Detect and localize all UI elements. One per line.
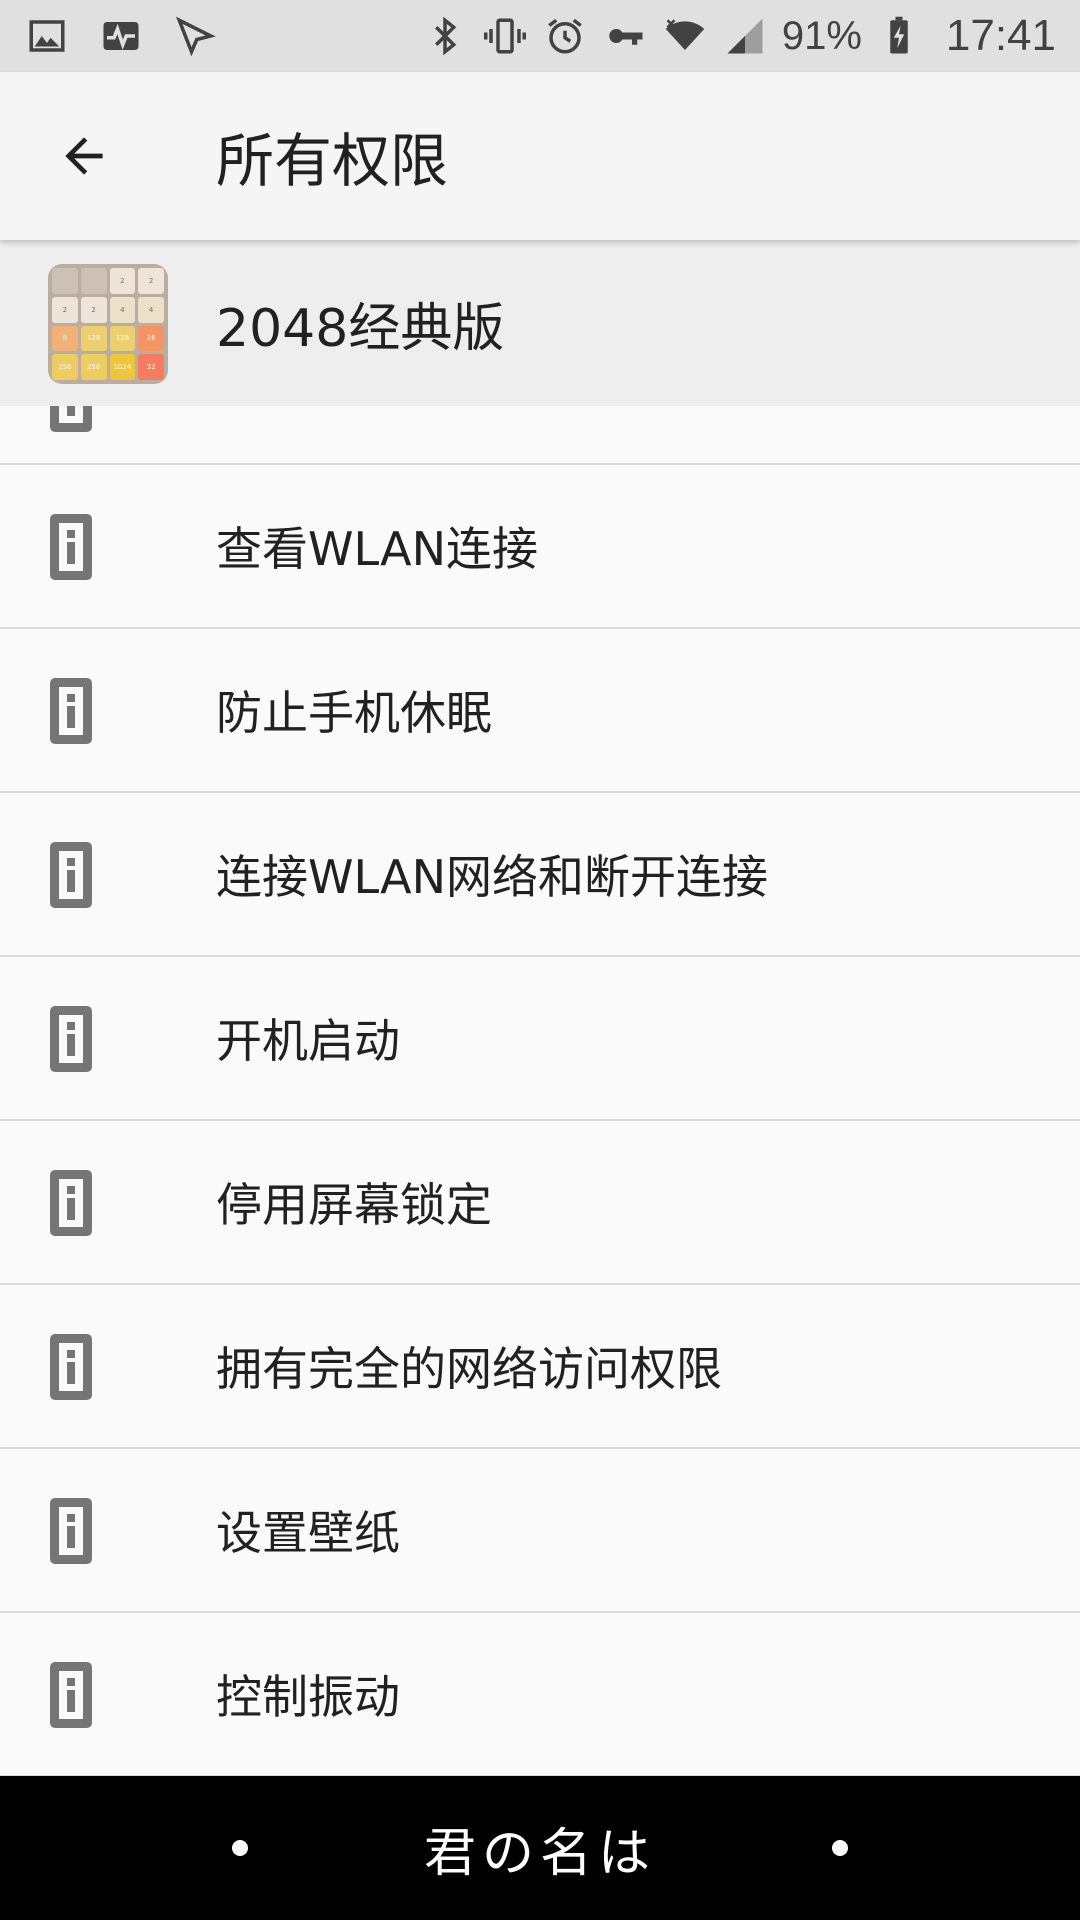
arrow-back-icon: [65, 137, 103, 175]
info-icon: [50, 1170, 92, 1236]
app-icon-2048: 2 2 2 2 4 4 8 128 128 16 256 256 1024 32: [48, 264, 168, 384]
permission-label: 查看WLAN连接: [216, 522, 539, 576]
app-icon-tile: [80, 268, 107, 294]
app-icon-tile: 1024: [109, 354, 136, 380]
wifi-icon: [662, 13, 708, 59]
info-icon: [50, 514, 92, 580]
dot-left-icon: [232, 1840, 248, 1856]
permission-item[interactable]: 设置壁纸: [0, 1449, 1080, 1613]
permission-label: 防止手机休眠: [216, 686, 492, 740]
app-icon-tile: 2: [109, 268, 136, 294]
permission-label: 开机启动: [216, 1014, 400, 1068]
info-icon: [50, 1662, 92, 1728]
permission-label: 连接WLAN网络和断开连接: [216, 850, 769, 904]
info-icon: [50, 1498, 92, 1564]
app-icon-tile: 16: [138, 325, 164, 352]
clock: 17:41: [945, 11, 1056, 60]
bluetooth-icon: [422, 13, 468, 59]
permission-label: 控制振动: [216, 1670, 400, 1724]
permission-item[interactable]: 开机启动: [0, 957, 1080, 1121]
info-icon: [50, 678, 92, 744]
vpn-key-icon: [602, 13, 648, 59]
battery-percent: 91%: [781, 13, 862, 58]
battery-charging-icon: [876, 13, 922, 59]
app-icon-tile: 256: [80, 354, 107, 380]
app-icon-tile: [52, 268, 78, 294]
app-icon-tile: 8: [52, 325, 78, 352]
permission-item[interactable]: 查看WLAN连接: [0, 465, 1080, 629]
app-icon-tile: 2: [52, 296, 78, 323]
permission-item[interactable]: 停用屏幕锁定: [0, 1121, 1080, 1285]
status-bar-notifications: [24, 13, 218, 59]
list-item-partial[interactable]: [0, 406, 1080, 465]
permission-item[interactable]: 防止手机休眠: [0, 629, 1080, 793]
app-header: 2 2 2 2 4 4 8 128 128 16 256 256 1024 32 2048经典版: [0, 240, 1080, 406]
signal-icon: [722, 13, 768, 59]
permission-label: 停用屏幕锁定: [216, 1178, 492, 1232]
gallery-icon: [24, 13, 70, 59]
app-icon-tile: 2: [80, 296, 107, 323]
app-icon-tile: 256: [52, 354, 78, 380]
back-button[interactable]: [0, 72, 168, 240]
bottom-bar-text: 君の名は: [423, 1823, 656, 1884]
info-icon: [50, 1334, 92, 1400]
app-icon-tile: 4: [109, 296, 136, 323]
permission-item[interactable]: 连接WLAN网络和断开连接: [0, 793, 1080, 957]
app-icon-tile: 128: [109, 325, 136, 352]
status-bar-system: 91% 17:41: [422, 11, 1056, 61]
permission-item[interactable]: 拥有完全的网络访问权限: [0, 1285, 1080, 1449]
info-icon: [50, 1006, 92, 1072]
dot-right-icon: [832, 1840, 848, 1856]
send-icon: [172, 13, 218, 59]
vibrate-icon: [482, 13, 528, 59]
app-name: 2048经典版: [216, 298, 505, 359]
app-bar: 所有权限: [0, 72, 1080, 240]
app-icon-tile: 128: [80, 325, 107, 352]
status-bar: 91% 17:41: [0, 0, 1080, 72]
permission-item[interactable]: 控制振动: [0, 1613, 1080, 1777]
alarm-icon: [542, 13, 588, 59]
info-icon: [50, 842, 92, 908]
app-icon-tile: 2: [138, 268, 164, 294]
app-icon-tile: 32: [138, 354, 164, 380]
bottom-bar: 君の名は: [0, 1776, 1080, 1920]
activity-icon: [98, 13, 144, 59]
permission-label: 拥有完全的网络访问权限: [216, 1342, 722, 1396]
app-icon-tile: 4: [138, 296, 164, 323]
info-icon: [50, 406, 92, 432]
permission-label: 设置壁纸: [216, 1506, 400, 1560]
page-title: 所有权限: [216, 127, 449, 195]
permission-list: 查看WLAN连接 防止手机休眠连接WLAN网络和断开连接 开机启动停用屏幕锁定拥有完…: [0, 406, 1080, 1777]
